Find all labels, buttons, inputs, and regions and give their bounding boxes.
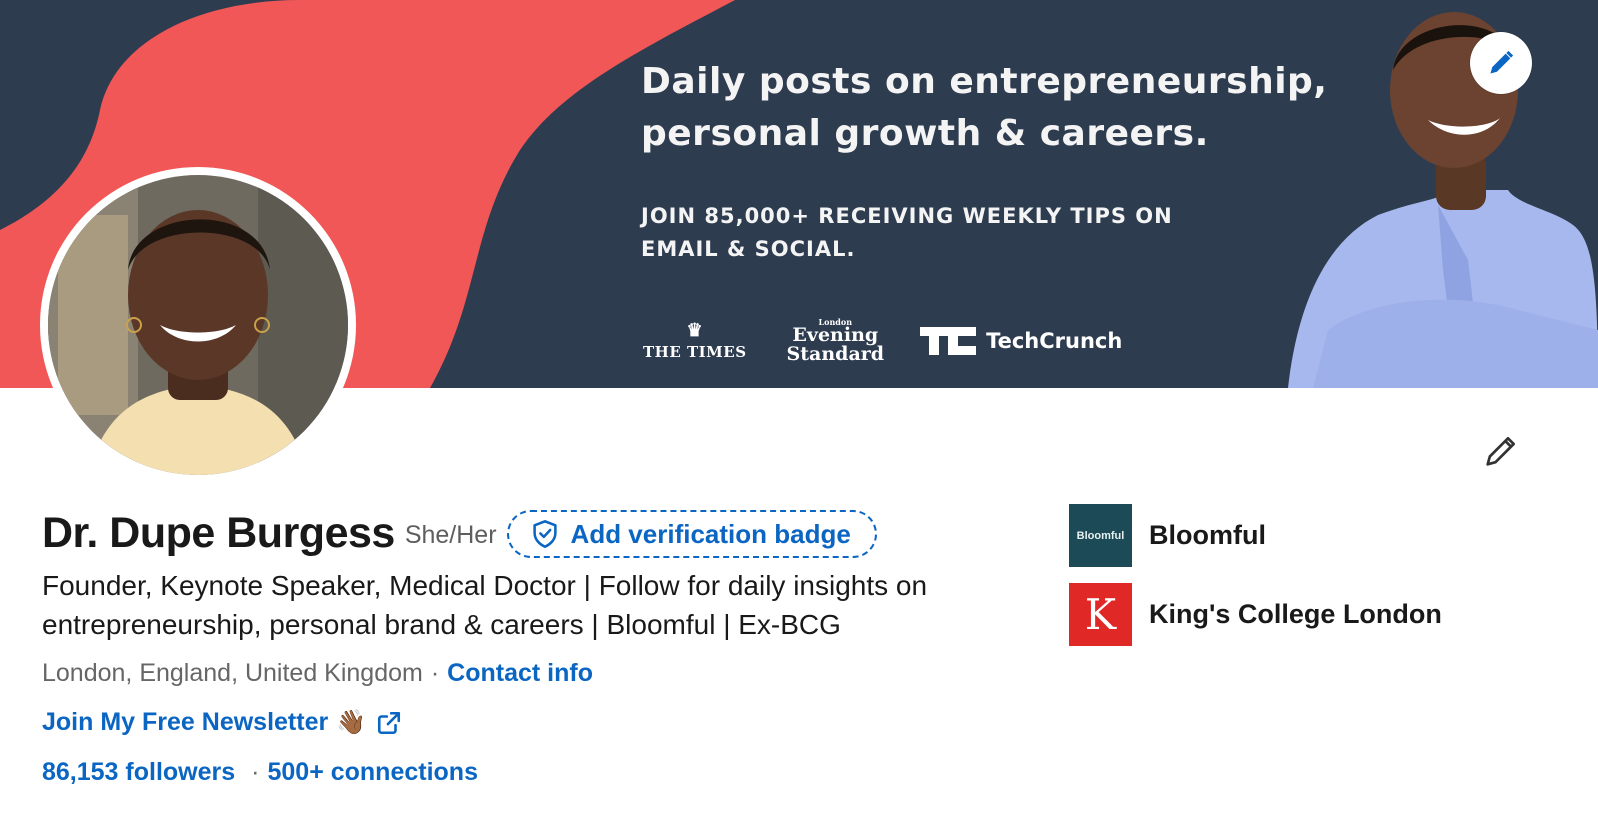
bloomful-logo: Bloomful: [1069, 504, 1132, 567]
crest-icon: ♛: [686, 320, 704, 341]
organizations-list: Bloomful Bloomful K King's College Londo…: [1069, 504, 1442, 662]
press-logos: ♛ THE TIMES London Evening Standard Tech…: [643, 318, 1122, 364]
evening-standard-logo: London Evening Standard: [786, 317, 885, 365]
profile-avatar[interactable]: [40, 167, 356, 483]
pronouns: She/Her: [404, 520, 497, 549]
org-name: King's College London: [1149, 599, 1442, 629]
name-row: Dr. Dupe Burgess She/Her Add verificatio…: [42, 508, 877, 558]
external-link-icon[interactable]: [376, 710, 402, 736]
stats-row: 86,153 followers · 500+ connections: [42, 758, 478, 787]
pencil-icon: [1490, 50, 1514, 74]
profile-headline: Founder, Keynote Speaker, Medical Doctor…: [42, 570, 928, 640]
separator-dot: ·: [430, 659, 440, 687]
edit-banner-button[interactable]: [1470, 32, 1532, 94]
connections-link[interactable]: 500+ connections: [267, 758, 478, 787]
banner-headline-line-2: personal growth & careers.: [641, 113, 1209, 154]
banner-text: Daily posts on entrepreneurship, persona…: [641, 56, 1327, 266]
shield-check-icon: [532, 520, 557, 548]
location-row: London, England, United Kingdom · Contac…: [42, 659, 593, 688]
location: London, England, United Kingdom: [42, 659, 423, 687]
edit-intro-button[interactable]: [1478, 428, 1524, 474]
banner-portrait-image: [1288, 12, 1598, 388]
org-item-bloomful[interactable]: Bloomful Bloomful: [1069, 504, 1442, 567]
waving-hand-icon: 👋🏾: [336, 709, 367, 736]
avatar-image: [48, 175, 348, 475]
org-name: Bloomful: [1149, 520, 1266, 550]
add-verification-badge-button[interactable]: Add verification badge: [506, 510, 877, 558]
banner-headline-line-1: Daily posts on entrepreneurship,: [641, 61, 1328, 102]
banner-sub-line-2: EMAIL & SOCIAL.: [641, 237, 856, 261]
kings-college-logo: K: [1069, 583, 1132, 646]
profile-name: Dr. Dupe Burgess: [42, 508, 395, 557]
banner-sub-line-1: JOIN 85,000+ RECEIVING WEEKLY TIPS ON: [641, 204, 1173, 228]
avatar-photo: [48, 175, 348, 475]
followers-link[interactable]: 86,153 followers: [42, 758, 235, 787]
org-item-kings-college[interactable]: K King's College London: [1069, 583, 1442, 646]
banner-headline: Daily posts on entrepreneurship, persona…: [641, 56, 1327, 160]
separator-dot: ·: [251, 758, 260, 786]
banner-subtext: JOIN 85,000+ RECEIVING WEEKLY TIPS ON EM…: [641, 200, 1327, 266]
contact-info-link[interactable]: Contact info: [447, 659, 593, 688]
newsletter-link[interactable]: Join My Free Newsletter 👋🏾: [42, 708, 402, 737]
newsletter-label[interactable]: Join My Free Newsletter: [42, 708, 328, 737]
the-times-logo: ♛ THE TIMES: [643, 320, 747, 362]
techcrunch-mark-icon: [920, 327, 977, 355]
pencil-icon: [1486, 437, 1515, 466]
verification-label: Add verification badge: [570, 518, 851, 549]
techcrunch-logo: TechCrunch: [920, 327, 1122, 355]
